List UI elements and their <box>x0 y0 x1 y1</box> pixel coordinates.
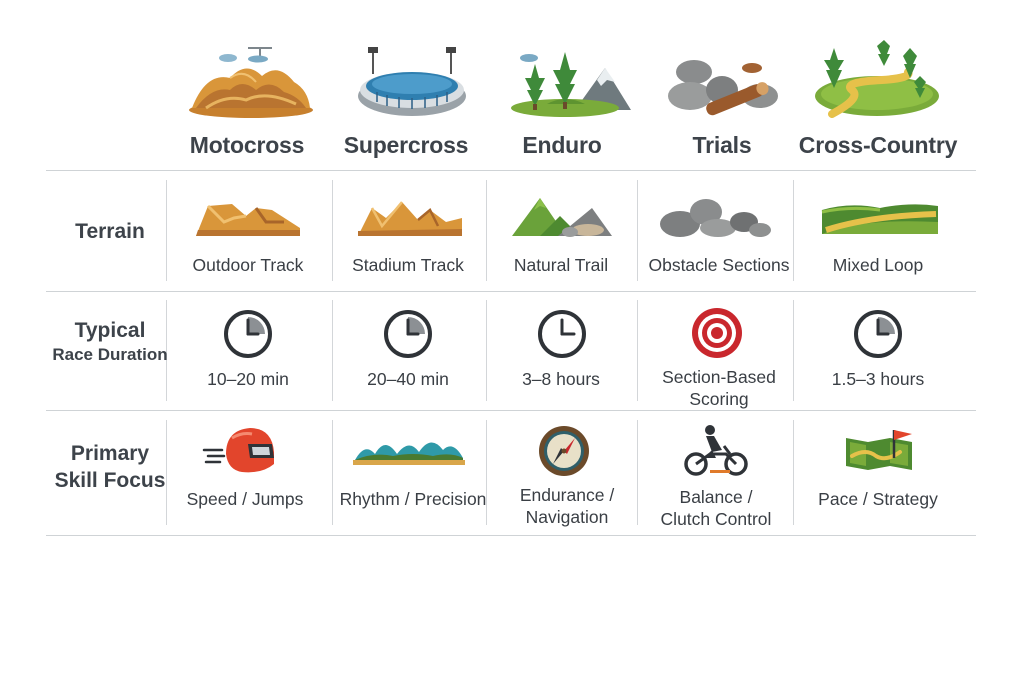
cell-text-line: Endurance / <box>519 485 615 505</box>
whoops-icon <box>353 442 465 465</box>
duration-cell-text: 10–20 min <box>207 369 289 389</box>
column-header-trials: Trials <box>692 132 752 158</box>
stadium-track-icon <box>358 201 462 236</box>
rocks-icon <box>660 199 771 237</box>
cell-text-line: Balance / <box>679 487 753 507</box>
column-header-enduro: Enduro <box>522 132 602 158</box>
terrain-cell-text: Obstacle Sections <box>648 255 790 275</box>
cell-text-line: Clutch Control <box>660 509 772 529</box>
column-divider <box>793 420 794 525</box>
skill-cell-text: Speed / Jumps <box>186 489 304 509</box>
cell-text-line: Section-Based <box>662 367 776 387</box>
column-header-supercross: Supercross <box>343 132 469 158</box>
skill-cell-text: Pace / Strategy <box>818 489 938 509</box>
cell-text-line: Scoring <box>689 389 749 409</box>
row-label-line: Race Duration <box>52 345 168 364</box>
row-label-terrain: Terrain <box>75 220 145 243</box>
helmet-icon <box>202 428 274 473</box>
terrain-cell-text: Stadium Track <box>352 255 464 275</box>
duration-cell-text: Section-Based Scoring <box>636 366 802 410</box>
motorcycle-rider-icon <box>684 425 748 476</box>
terrain-cell-text: Mixed Loop <box>832 255 924 275</box>
mountain-forest-icon <box>511 52 631 117</box>
cell-text-line: Navigation <box>525 507 609 527</box>
clock-icon <box>538 310 586 358</box>
skill-cell-text: Balance / Clutch Control <box>641 486 791 530</box>
row-label-line: Typical <box>74 319 146 342</box>
row-label-line: Skill Focus <box>54 469 166 492</box>
mixed-loop-icon <box>821 204 938 234</box>
row-label-skill: Primary Skill Focus <box>40 440 180 494</box>
table-divider <box>46 535 976 536</box>
target-icon <box>692 308 742 358</box>
skill-cell-text: Endurance / Navigation <box>492 484 642 528</box>
dirt-hills-icon <box>189 47 313 118</box>
clock-icon <box>224 310 272 358</box>
column-header-motocross: Motocross <box>189 132 305 158</box>
clock-icon <box>854 310 902 358</box>
skill-cell-text: Rhythm / Precision <box>339 489 487 509</box>
clock-icon <box>384 310 432 358</box>
dirt-track-icon <box>196 204 300 236</box>
table-divider <box>46 291 976 292</box>
row-label-line: Primary <box>70 442 150 465</box>
terrain-cell-text: Outdoor Track <box>192 255 304 275</box>
duration-cell-text: 1.5–3 hours <box>831 369 925 389</box>
natural-trail-icon <box>512 198 612 237</box>
column-header-cross-country: Cross-Country <box>798 132 958 158</box>
map-flag-icon <box>846 430 912 470</box>
winding-path-icon <box>815 40 939 118</box>
table-divider <box>46 410 976 411</box>
terrain-cell-text: Natural Trail <box>513 255 609 275</box>
rocks-logs-icon <box>668 60 778 116</box>
stadium-icon <box>358 47 466 116</box>
table-divider <box>46 170 976 171</box>
duration-cell-text: 20–40 min <box>367 369 449 389</box>
row-label-duration: Typical Race Duration <box>40 318 180 366</box>
compass-icon <box>539 426 589 476</box>
duration-cell-text: 3–8 hours <box>522 369 600 389</box>
